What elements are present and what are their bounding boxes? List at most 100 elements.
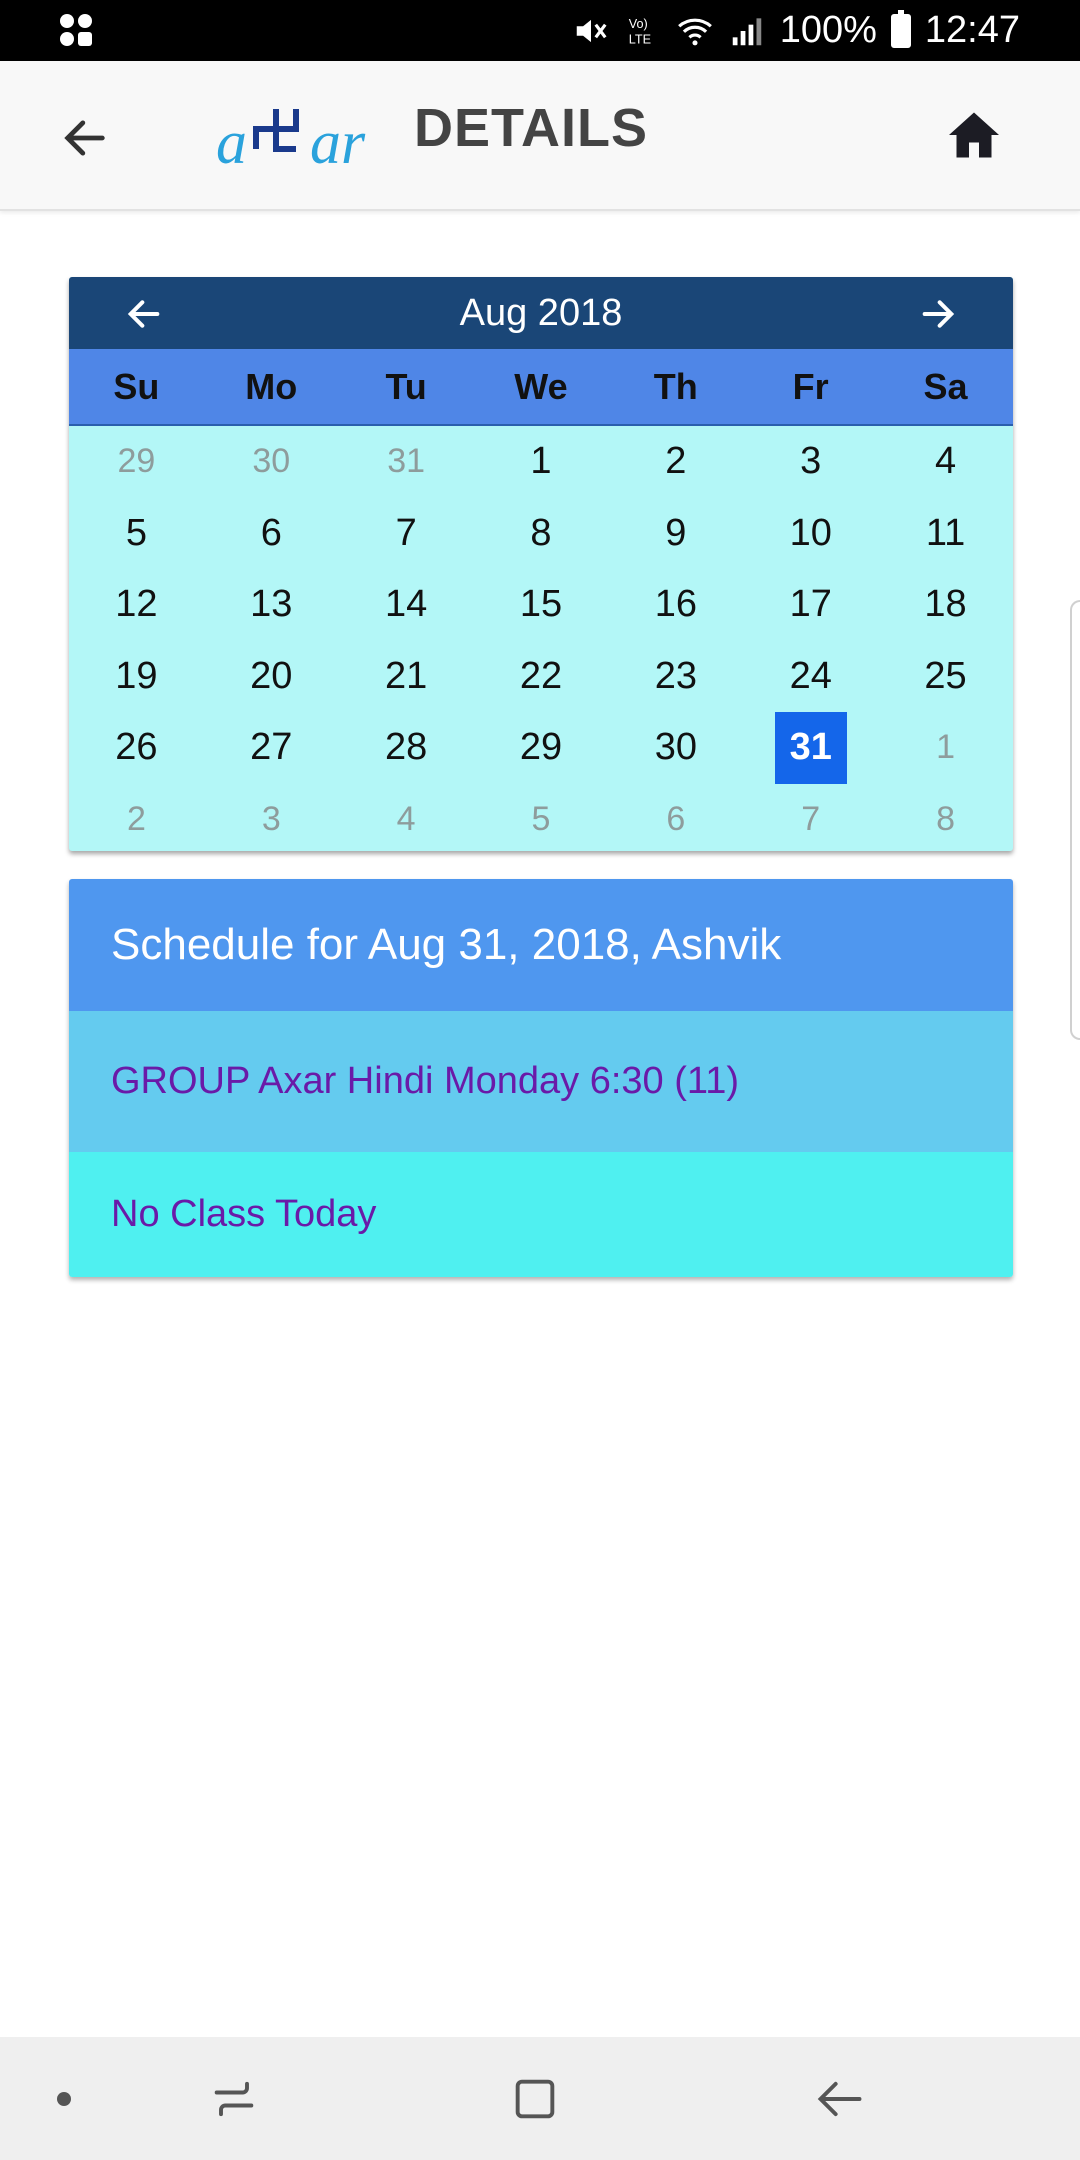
- arrow-right-icon: [922, 300, 955, 328]
- calendar-day-other-month[interactable]: 1: [878, 712, 1013, 784]
- calendar-day-other-month[interactable]: 30: [204, 426, 339, 498]
- calendar-day-grid: 29 30 31 1 2 3 4 5 6 7 8 9 10 11 12 13 14 15 16 17 18 19 20 21 2…: [69, 426, 1013, 851]
- calendar-day-number: 4: [935, 440, 957, 483]
- calendar-day-number: 25: [924, 654, 967, 697]
- calendar-day-other-month[interactable]: 2: [69, 784, 204, 852]
- schedule-group-item[interactable]: GROUP Axar Hindi Monday 6:30 (11): [69, 1011, 1013, 1152]
- calendar-day-number: 16: [654, 583, 697, 626]
- calendar-day[interactable]: 1: [474, 426, 609, 498]
- calendar-day[interactable]: 11: [878, 498, 1013, 570]
- calendar-day-number: 22: [519, 654, 563, 697]
- calendar-day-number: 4: [396, 799, 416, 838]
- calendar-day-number: 8: [530, 511, 552, 554]
- calendar-day-number: 15: [519, 583, 563, 626]
- schedule-heading: Schedule for Aug 31, 2018, Ashvik: [69, 879, 1013, 1011]
- calendar-day-number: 17: [789, 583, 832, 626]
- calendar-day-number: 23: [654, 654, 697, 697]
- calendar-day[interactable]: 7: [339, 498, 474, 570]
- svg-text:LTE: LTE: [628, 32, 650, 46]
- calendar-day[interactable]: 25: [878, 641, 1013, 713]
- calendar-day[interactable]: 22: [474, 641, 609, 713]
- home-button[interactable]: [936, 97, 1012, 173]
- home-square-icon[interactable]: [503, 2067, 567, 2131]
- weekday-row: Su Mo Tu We Th Fr Sa: [69, 349, 1013, 426]
- home-icon: [949, 112, 999, 158]
- calendar-day[interactable]: 18: [878, 569, 1013, 641]
- swastika-mark: [253, 109, 299, 152]
- calendar-day-number: 9: [665, 511, 687, 554]
- calendar-day[interactable]: 21: [339, 641, 474, 713]
- calendar-day-number: 2: [126, 799, 146, 838]
- weekday-label: Sa: [923, 366, 968, 407]
- calendar-day-other-month[interactable]: 3: [204, 784, 339, 852]
- calendar-day-number: 31: [387, 442, 426, 481]
- calendar-day-other-month[interactable]: 31: [339, 426, 474, 498]
- battery-percent: 100%: [779, 9, 877, 51]
- calendar-day-number: 11: [925, 511, 966, 554]
- notification-app-icon: [60, 14, 96, 48]
- calendar-day-other-month[interactable]: 6: [608, 784, 743, 852]
- calendar-day-number: 3: [800, 440, 822, 483]
- calendar-day[interactable]: 29: [474, 712, 609, 784]
- next-month-button[interactable]: [913, 289, 963, 339]
- calendar-day[interactable]: 17: [743, 569, 878, 641]
- calendar-day-selected[interactable]: 31: [743, 711, 878, 784]
- calendar-day[interactable]: 12: [69, 569, 204, 641]
- calendar-day[interactable]: 9: [608, 498, 743, 570]
- calendar-day-number: 12: [115, 583, 158, 626]
- logo-letter-a: a: [216, 109, 247, 175]
- calendar-day-number: 10: [789, 511, 832, 554]
- calendar-day-number: 30: [654, 726, 697, 769]
- calendar: Aug 2018 Su Mo Tu We Th Fr Sa 29 30 31 1 2 3 4…: [69, 277, 1013, 851]
- calendar-day-other-month[interactable]: 8: [878, 784, 1013, 852]
- app-bar: a ar DETAILS: [0, 61, 1080, 211]
- calendar-day[interactable]: 24: [743, 641, 878, 713]
- calendar-day[interactable]: 28: [339, 712, 474, 784]
- svg-text:Vo): Vo): [628, 16, 647, 30]
- weekday-label: Tu: [385, 366, 427, 407]
- dot-icon[interactable]: [32, 2067, 96, 2131]
- calendar-day[interactable]: 20: [204, 641, 339, 713]
- calendar-day-number: 8: [936, 799, 956, 838]
- calendar-day[interactable]: 26: [69, 712, 204, 784]
- calendar-day[interactable]: 16: [608, 569, 743, 641]
- calendar-day[interactable]: 10: [743, 498, 878, 570]
- page-title: DETAILS: [414, 98, 648, 158]
- calendar-day-number: 13: [250, 583, 293, 626]
- calendar-day[interactable]: 8: [474, 498, 609, 570]
- weekday-label: Mo: [245, 366, 298, 407]
- calendar-day[interactable]: 30: [608, 712, 743, 784]
- calendar-day-number: 27: [250, 726, 293, 769]
- calendar-day[interactable]: 4: [878, 426, 1013, 498]
- calendar-day-number: 19: [115, 654, 158, 697]
- calendar-day-number: 7: [801, 799, 821, 838]
- arrow-left-icon: [64, 120, 105, 156]
- calendar-day-other-month[interactable]: 4: [339, 784, 474, 852]
- calendar-day-number: 18: [924, 583, 967, 626]
- calendar-day-other-month[interactable]: 7: [743, 784, 878, 852]
- calendar-day[interactable]: 6: [204, 498, 339, 570]
- calendar-day[interactable]: 3: [743, 426, 878, 498]
- back-button[interactable]: [50, 103, 120, 173]
- edge-panel-handle[interactable]: [1070, 600, 1080, 1040]
- calendar-day-other-month[interactable]: 5: [474, 784, 609, 852]
- battery-icon: [890, 9, 911, 48]
- calendar-day-number: 28: [384, 726, 428, 769]
- calendar-day[interactable]: 5: [69, 498, 204, 570]
- calendar-day[interactable]: 23: [608, 641, 743, 713]
- recent-apps-icon[interactable]: [202, 2067, 266, 2131]
- calendar-day[interactable]: 13: [204, 569, 339, 641]
- calendar-day[interactable]: 15: [474, 569, 609, 641]
- calendar-day-other-month[interactable]: 29: [69, 426, 204, 498]
- weekday-label: Su: [113, 366, 160, 407]
- prev-month-button[interactable]: [119, 289, 169, 339]
- calendar-day-number: 21: [384, 654, 428, 697]
- calendar-day[interactable]: 2: [608, 426, 743, 498]
- calendar-day[interactable]: 19: [69, 641, 204, 713]
- weekday-label: We: [514, 366, 568, 407]
- back-nav-icon[interactable]: [808, 2067, 872, 2131]
- calendar-day[interactable]: 27: [204, 712, 339, 784]
- signal-icon: [732, 17, 761, 45]
- calendar-day[interactable]: 14: [339, 569, 474, 641]
- schedule-card: Schedule for Aug 31, 2018, Ashvik GROUP …: [69, 879, 1013, 1277]
